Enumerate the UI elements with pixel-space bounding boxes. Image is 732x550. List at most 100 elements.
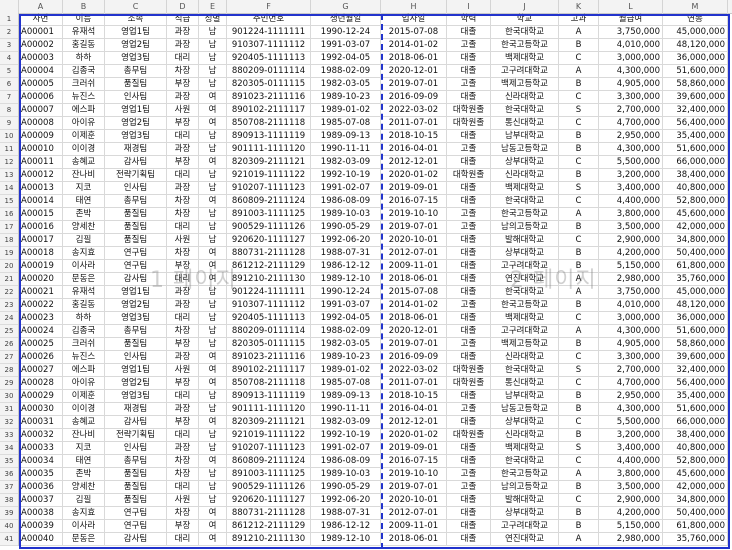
table-cell[interactable]: 38,400,000 bbox=[663, 169, 728, 182]
table-cell[interactable]: 차장 bbox=[167, 468, 199, 481]
page-break-top-line[interactable] bbox=[19, 14, 730, 16]
column-header-g[interactable]: G bbox=[311, 0, 381, 13]
table-cell[interactable]: 대졸 bbox=[447, 520, 491, 533]
table-cell[interactable]: 영업3팀 bbox=[105, 130, 167, 143]
table-cell[interactable]: 4,300,000 bbox=[599, 403, 663, 416]
row-header[interactable]: 22 bbox=[0, 286, 18, 299]
table-cell[interactable]: 대졸 bbox=[447, 351, 491, 364]
table-cell[interactable]: 여 bbox=[199, 91, 227, 104]
table-cell[interactable]: 고구려대학교 bbox=[491, 520, 559, 533]
table-cell[interactable]: 상부대학교 bbox=[491, 247, 559, 260]
row-header[interactable]: 39 bbox=[0, 507, 18, 520]
table-cell[interactable]: C bbox=[559, 455, 599, 468]
table-cell[interactable]: 대졸 bbox=[447, 247, 491, 260]
table-cell[interactable]: 품질팀 bbox=[105, 221, 167, 234]
table-cell[interactable]: 고졸 bbox=[447, 221, 491, 234]
table-cell[interactable]: 백제대학교 bbox=[491, 442, 559, 455]
table-cell[interactable]: 고졸 bbox=[447, 299, 491, 312]
table-cell[interactable]: 36,000,000 bbox=[663, 312, 728, 325]
table-cell[interactable]: A bbox=[559, 468, 599, 481]
row-header[interactable]: 11 bbox=[0, 143, 18, 156]
table-cell[interactable]: 61,800,000 bbox=[663, 520, 728, 533]
table-cell[interactable]: 대졸 bbox=[447, 494, 491, 507]
table-cell[interactable]: 891210-2111130 bbox=[227, 533, 311, 546]
table-cell[interactable]: A00027 bbox=[19, 364, 63, 377]
table-cell[interactable]: 감사팀 bbox=[105, 416, 167, 429]
table-cell[interactable]: 남 bbox=[199, 390, 227, 403]
table-cell[interactable]: B bbox=[559, 143, 599, 156]
table-cell[interactable]: 1986-08-09 bbox=[311, 455, 381, 468]
table-cell[interactable]: 850708-2111118 bbox=[227, 377, 311, 390]
table-cell[interactable]: 영업2팀 bbox=[105, 39, 167, 52]
column-header-a[interactable]: A bbox=[19, 0, 63, 13]
table-cell[interactable]: A00001 bbox=[19, 26, 63, 39]
table-cell[interactable]: 아이유 bbox=[63, 377, 105, 390]
table-cell[interactable]: 48,120,000 bbox=[663, 39, 728, 52]
table-cell[interactable]: 51,600,000 bbox=[663, 65, 728, 78]
table-cell[interactable]: A00017 bbox=[19, 234, 63, 247]
column-header-b[interactable]: B bbox=[63, 0, 105, 13]
table-cell[interactable]: 과장 bbox=[167, 351, 199, 364]
table-cell[interactable]: 36,000,000 bbox=[663, 52, 728, 65]
table-cell[interactable]: A00019 bbox=[19, 260, 63, 273]
table-cell[interactable]: 4,200,000 bbox=[599, 247, 663, 260]
table-cell[interactable]: 4,300,000 bbox=[599, 143, 663, 156]
table-cell[interactable]: 1989-09-13 bbox=[311, 390, 381, 403]
table-cell[interactable]: 여 bbox=[199, 156, 227, 169]
table-cell[interactable]: 2020-12-01 bbox=[381, 65, 447, 78]
table-cell[interactable]: 인사팀 bbox=[105, 91, 167, 104]
table-cell[interactable]: B bbox=[559, 507, 599, 520]
table-cell[interactable]: 52,800,000 bbox=[663, 455, 728, 468]
row-header[interactable]: 5 bbox=[0, 65, 18, 78]
table-cell[interactable]: A00009 bbox=[19, 130, 63, 143]
table-cell[interactable]: 880209-0111114 bbox=[227, 325, 311, 338]
column-header-h[interactable]: H bbox=[381, 0, 447, 13]
table-cell[interactable]: 존박 bbox=[63, 208, 105, 221]
table-cell[interactable]: 2,700,000 bbox=[599, 104, 663, 117]
table-cell[interactable]: 39,600,000 bbox=[663, 91, 728, 104]
table-cell[interactable]: 고졸 bbox=[447, 338, 491, 351]
table-cell[interactable]: A bbox=[559, 26, 599, 39]
table-cell[interactable]: 56,400,000 bbox=[663, 117, 728, 130]
table-cell[interactable]: 감사팀 bbox=[105, 533, 167, 546]
table-cell[interactable]: 2009-11-01 bbox=[381, 520, 447, 533]
table-cell[interactable]: 신라대학교 bbox=[491, 351, 559, 364]
row-header[interactable]: 33 bbox=[0, 429, 18, 442]
table-cell[interactable]: 연구팀 bbox=[105, 507, 167, 520]
table-cell[interactable]: 2019-07-01 bbox=[381, 78, 447, 91]
table-cell[interactable]: 한국대학교 bbox=[491, 364, 559, 377]
table-cell[interactable]: C bbox=[559, 416, 599, 429]
table-cell[interactable]: A00005 bbox=[19, 78, 63, 91]
table-cell[interactable]: 2019-09-01 bbox=[381, 442, 447, 455]
table-cell[interactable]: 대졸 bbox=[447, 325, 491, 338]
table-cell[interactable]: 여 bbox=[199, 520, 227, 533]
page-break-vertical-divider[interactable] bbox=[381, 14, 383, 549]
table-cell[interactable]: A00026 bbox=[19, 351, 63, 364]
table-cell[interactable]: 1990-12-24 bbox=[311, 26, 381, 39]
table-cell[interactable]: A00037 bbox=[19, 494, 63, 507]
table-cell[interactable]: 남 bbox=[199, 182, 227, 195]
table-cell[interactable]: 900529-1111126 bbox=[227, 481, 311, 494]
table-cell[interactable]: 신라대학교 bbox=[491, 91, 559, 104]
table-cell[interactable]: 920620-1111127 bbox=[227, 494, 311, 507]
table-cell[interactable]: 김종국 bbox=[63, 325, 105, 338]
column-header-d[interactable]: D bbox=[167, 0, 199, 13]
column-header-m[interactable]: M bbox=[663, 0, 728, 13]
table-cell[interactable]: 890102-2111117 bbox=[227, 364, 311, 377]
table-cell[interactable]: 크러쉬 bbox=[63, 78, 105, 91]
table-cell[interactable]: 2009-11-01 bbox=[381, 260, 447, 273]
table-cell[interactable]: 1985-07-08 bbox=[311, 117, 381, 130]
table-cell[interactable]: 61,800,000 bbox=[663, 260, 728, 273]
page-break-left-line[interactable] bbox=[19, 14, 21, 549]
table-cell[interactable]: 차장 bbox=[167, 455, 199, 468]
table-cell[interactable]: C bbox=[559, 117, 599, 130]
table-cell[interactable]: 영업3팀 bbox=[105, 390, 167, 403]
table-cell[interactable]: A00007 bbox=[19, 104, 63, 117]
table-cell[interactable]: 대졸 bbox=[447, 390, 491, 403]
row-header[interactable]: 40 bbox=[0, 520, 18, 533]
table-cell[interactable]: 880731-2111128 bbox=[227, 507, 311, 520]
table-cell[interactable]: 양세찬 bbox=[63, 221, 105, 234]
table-cell[interactable]: 고구려대학교 bbox=[491, 325, 559, 338]
row-header[interactable]: 21 bbox=[0, 273, 18, 286]
table-cell[interactable]: 영업3팀 bbox=[105, 312, 167, 325]
